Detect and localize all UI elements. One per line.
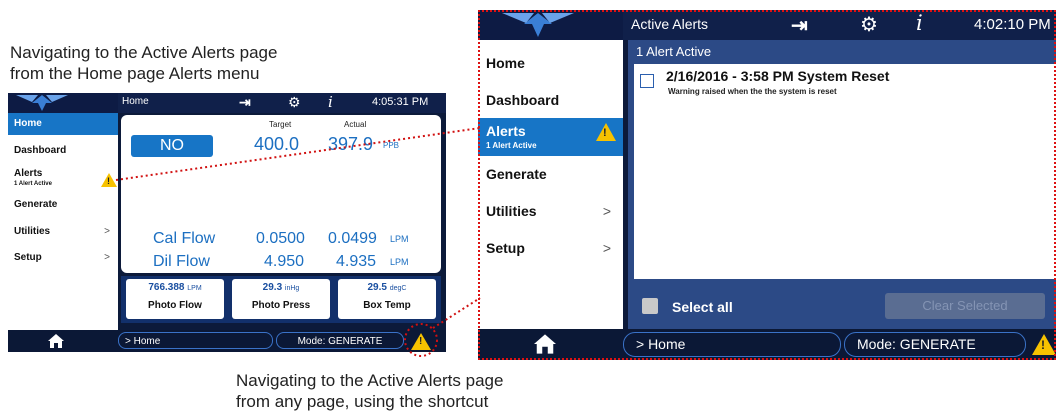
callout-line-shortcut xyxy=(432,297,481,329)
callout-line-alerts xyxy=(115,127,481,181)
callout-lines xyxy=(115,127,481,357)
callout-circle xyxy=(404,323,438,357)
